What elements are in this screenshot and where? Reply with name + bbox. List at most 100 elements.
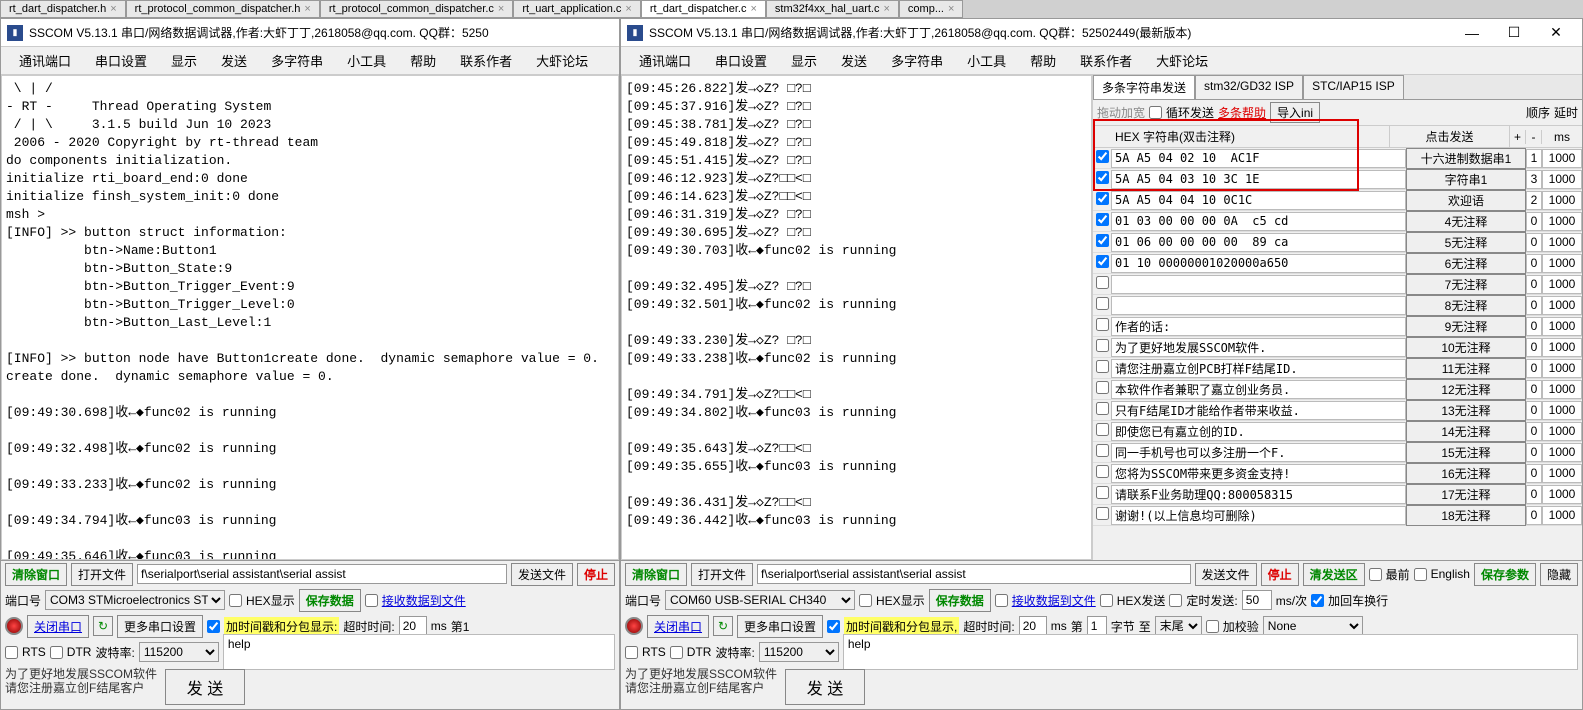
hex-send-button[interactable]: 18无注释 xyxy=(1406,505,1526,526)
hide-button[interactable]: 隐藏 xyxy=(1540,563,1578,586)
editor-tab[interactable]: rt_uart_application.c× xyxy=(513,0,641,18)
hex-string-input[interactable] xyxy=(1111,380,1406,399)
hex-string-input[interactable] xyxy=(1111,233,1406,252)
send-button-2[interactable]: 发 送 xyxy=(785,669,865,705)
hex-row-checkbox[interactable] xyxy=(1096,444,1109,457)
menu-item[interactable]: 串口设置 xyxy=(85,49,157,72)
hex-delay-input[interactable] xyxy=(1542,149,1582,168)
hex-row-checkbox[interactable] xyxy=(1096,318,1109,331)
hex-send-button[interactable]: 17无注释 xyxy=(1406,484,1526,505)
rts-checkbox[interactable] xyxy=(5,646,18,659)
hex-row-checkbox[interactable] xyxy=(1096,381,1109,394)
hex-seq-input[interactable] xyxy=(1526,380,1542,399)
hex-row-checkbox[interactable] xyxy=(1096,297,1109,310)
hex-row-checkbox[interactable] xyxy=(1096,486,1109,499)
refresh-icon[interactable]: ↻ xyxy=(93,616,113,636)
timestamp-checkbox-2[interactable] xyxy=(827,620,840,633)
hex-seq-input[interactable] xyxy=(1526,149,1542,168)
hex-string-input[interactable] xyxy=(1111,485,1406,504)
hex-delay-input[interactable] xyxy=(1542,275,1582,294)
menu-item[interactable]: 小工具 xyxy=(957,49,1016,72)
file-path-input[interactable] xyxy=(757,564,1191,584)
hex-row-checkbox[interactable] xyxy=(1096,465,1109,478)
hex-delay-input[interactable] xyxy=(1542,443,1582,462)
hex-string-input[interactable] xyxy=(1111,359,1406,378)
maximize-button[interactable]: ☐ xyxy=(1494,21,1534,45)
hex-seq-input[interactable] xyxy=(1526,254,1542,273)
hex-row-checkbox[interactable] xyxy=(1096,402,1109,415)
hex-seq-input[interactable] xyxy=(1526,506,1542,525)
timed-send-checkbox[interactable] xyxy=(1169,594,1182,607)
close-icon[interactable]: × xyxy=(750,3,756,15)
menu-item[interactable]: 显示 xyxy=(781,49,827,72)
hex-seq-input[interactable] xyxy=(1526,275,1542,294)
hex-seq-input[interactable] xyxy=(1526,464,1542,483)
hex-show-checkbox-2[interactable] xyxy=(859,594,872,607)
close-port-button[interactable]: 关闭串口 xyxy=(27,615,89,638)
baud-select[interactable]: 115200 xyxy=(139,642,219,662)
hex-send-button[interactable]: 15无注释 xyxy=(1406,442,1526,463)
timeout-input[interactable] xyxy=(399,616,427,636)
hex-send-button[interactable]: 5无注释 xyxy=(1406,232,1526,253)
hex-row-checkbox[interactable] xyxy=(1096,423,1109,436)
import-ini-button[interactable]: 导入ini xyxy=(1270,102,1320,123)
hex-delay-input[interactable] xyxy=(1542,506,1582,525)
hex-delay-input[interactable] xyxy=(1542,191,1582,210)
hex-delay-input[interactable] xyxy=(1542,485,1582,504)
hex-string-input[interactable] xyxy=(1111,401,1406,420)
menu-item[interactable]: 帮助 xyxy=(400,49,446,72)
hex-send-button[interactable]: 10无注释 xyxy=(1406,337,1526,358)
hex-string-input[interactable] xyxy=(1111,464,1406,483)
hex-seq-input[interactable] xyxy=(1526,422,1542,441)
close-icon[interactable]: × xyxy=(304,3,310,15)
menu-item[interactable]: 通讯端口 xyxy=(629,49,701,72)
hex-delay-input[interactable] xyxy=(1542,380,1582,399)
timestamp-checkbox[interactable] xyxy=(207,620,220,633)
hex-seq-input[interactable] xyxy=(1526,317,1542,336)
hex-delay-input[interactable] xyxy=(1542,233,1582,252)
open-file-button[interactable]: 打开文件 xyxy=(691,563,753,586)
hex-seq-input[interactable] xyxy=(1526,338,1542,357)
save-data-button-2[interactable]: 保存数据 xyxy=(929,589,991,612)
dtr-checkbox-2[interactable] xyxy=(670,646,683,659)
hex-seq-input[interactable] xyxy=(1526,359,1542,378)
hex-send-button[interactable]: 16无注释 xyxy=(1406,463,1526,484)
hex-send-button[interactable]: 11无注释 xyxy=(1406,358,1526,379)
hex-seq-input[interactable] xyxy=(1526,296,1542,315)
more-settings-button[interactable]: 更多串口设置 xyxy=(117,615,203,638)
add-checksum-checkbox[interactable] xyxy=(1206,620,1219,633)
hex-send-button[interactable]: 欢迎语 xyxy=(1406,190,1526,211)
english-checkbox[interactable] xyxy=(1414,568,1427,581)
menu-item[interactable]: 大虾论坛 xyxy=(1146,49,1218,72)
menu-item[interactable]: 小工具 xyxy=(337,49,396,72)
file-path-input[interactable] xyxy=(137,564,507,584)
stop-button[interactable]: 停止 xyxy=(1261,563,1299,586)
hex-delay-input[interactable] xyxy=(1542,422,1582,441)
refresh-icon[interactable]: ↻ xyxy=(713,616,733,636)
close-port-button-2[interactable]: 关闭串口 xyxy=(647,615,709,638)
hex-string-input[interactable] xyxy=(1111,149,1406,168)
panel-tab[interactable]: 多条字符串发送 xyxy=(1093,75,1195,99)
hex-send-button[interactable]: 8无注释 xyxy=(1406,295,1526,316)
more-settings-button-2[interactable]: 更多串口设置 xyxy=(737,615,823,638)
hex-send-button[interactable]: 9无注释 xyxy=(1406,316,1526,337)
hex-row-checkbox[interactable] xyxy=(1096,255,1109,268)
hex-string-input[interactable] xyxy=(1111,422,1406,441)
editor-tab[interactable]: rt_protocol_common_dispatcher.c× xyxy=(320,0,514,18)
hex-row-checkbox[interactable] xyxy=(1096,339,1109,352)
hex-row-checkbox[interactable] xyxy=(1096,192,1109,205)
editor-tab[interactable]: rt_protocol_common_dispatcher.h× xyxy=(126,0,320,18)
close-icon[interactable]: × xyxy=(883,3,889,15)
hex-row-checkbox[interactable] xyxy=(1096,360,1109,373)
hex-seq-input[interactable] xyxy=(1526,443,1542,462)
menu-item[interactable]: 大虾论坛 xyxy=(526,49,598,72)
timeout-input-2[interactable] xyxy=(1019,616,1047,636)
send-file-button[interactable]: 发送文件 xyxy=(1195,563,1257,586)
editor-tab[interactable]: rt_dart_dispatcher.c× xyxy=(641,0,766,18)
hex-string-input[interactable] xyxy=(1111,338,1406,357)
hex-row-checkbox[interactable] xyxy=(1096,234,1109,247)
hex-send-checkbox[interactable] xyxy=(1100,594,1113,607)
clear-send-area[interactable]: 清发送区 xyxy=(1303,563,1365,586)
hex-string-input[interactable] xyxy=(1111,254,1406,273)
hex-seq-input[interactable] xyxy=(1526,212,1542,231)
